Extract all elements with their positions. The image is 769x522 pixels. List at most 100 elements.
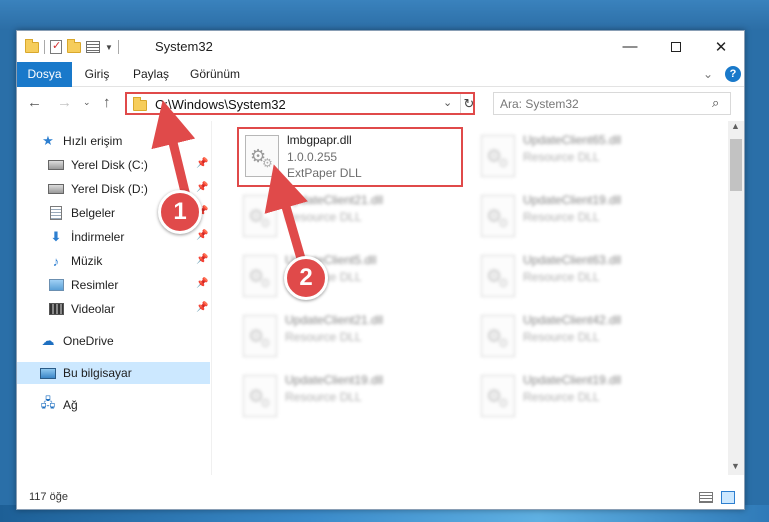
- star-icon: ★: [42, 133, 54, 148]
- up-button[interactable]: ↑: [103, 94, 111, 111]
- pin-icon[interactable]: 📌: [196, 230, 208, 241]
- file-name: UpdateClient19.dll: [285, 373, 384, 387]
- sidebar-item-videos[interactable]: Videolar 📌: [17, 298, 210, 320]
- computer-icon: [39, 365, 57, 381]
- sidebar-item-label: Müzik: [71, 254, 103, 268]
- pin-icon[interactable]: 📌: [196, 302, 208, 313]
- sidebar-item-pictures[interactable]: Resimler 📌: [17, 274, 210, 296]
- back-button[interactable]: ←: [27, 94, 42, 111]
- file-description: Resource DLL: [523, 330, 600, 344]
- file-list: lmbgpapr.dll 1.0.0.255 ExtPaper DLL Upda…: [213, 121, 729, 475]
- music-icon: ♪: [52, 253, 60, 269]
- tab-view[interactable]: Görünüm: [187, 62, 243, 87]
- file-item[interactable]: UpdateClient63.dll Resource DLL: [475, 249, 695, 304]
- file-description: ExtPaper DLL: [287, 166, 362, 180]
- item-count: 117 öğe: [29, 491, 68, 503]
- properties-icon[interactable]: [50, 39, 62, 54]
- help-icon[interactable]: ?: [725, 66, 741, 82]
- step-1-badge: 1: [158, 190, 202, 234]
- sidebar-item-network[interactable]: 🖧 Ağ: [17, 394, 210, 416]
- pictures-icon: [47, 277, 65, 293]
- customize-icon[interactable]: [86, 41, 100, 53]
- title-bar: ▼ System32 — ✕: [17, 31, 744, 62]
- scroll-up-icon[interactable]: ▲: [731, 121, 740, 131]
- dll-file-icon: [243, 195, 277, 237]
- file-description: Resource DLL: [523, 150, 600, 164]
- sidebar-item-label: Ağ: [63, 398, 78, 412]
- pin-icon[interactable]: 📌: [196, 158, 208, 169]
- pin-icon[interactable]: 📌: [196, 254, 208, 265]
- chevron-down-icon[interactable]: ▼: [105, 43, 113, 52]
- sidebar-item-quick-access[interactable]: ★ Hızlı erişim: [17, 130, 210, 152]
- drive-icon: [47, 157, 65, 173]
- dll-file-icon: [481, 195, 515, 237]
- sidebar-item-this-pc[interactable]: Bu bilgisayar: [17, 362, 210, 384]
- address-bar[interactable]: C:\Windows\System32 ⌄ ↻: [125, 92, 475, 115]
- file-description: Resource DLL: [285, 390, 362, 404]
- file-item[interactable]: UpdateClient21.dll Resource DLL: [237, 309, 457, 364]
- dll-file-icon: [243, 315, 277, 357]
- dll-file-icon: [243, 375, 277, 417]
- sidebar-item-local-disk-c[interactable]: Yerel Disk (C:) 📌: [17, 154, 210, 176]
- sidebar-item-label: Videolar: [71, 302, 115, 316]
- sidebar-item-label: İndirmeler: [71, 230, 125, 244]
- file-name: UpdateClient42.dll: [523, 313, 622, 327]
- maximize-button[interactable]: [653, 31, 699, 62]
- file-item-lmbgpapr[interactable]: lmbgpapr.dll 1.0.0.255 ExtPaper DLL: [237, 127, 463, 187]
- forward-button[interactable]: →: [57, 94, 72, 111]
- search-input[interactable]: Ara: System32 ⌕: [493, 92, 731, 115]
- search-icon[interactable]: ⌕: [712, 95, 719, 111]
- file-item[interactable]: UpdateClient65.dll Resource DLL: [475, 129, 695, 184]
- details-view-icon[interactable]: [699, 492, 713, 503]
- file-item[interactable]: UpdateClient19.dll Resource DLL: [475, 189, 695, 244]
- address-path[interactable]: C:\Windows\System32: [155, 97, 286, 112]
- expand-ribbon-icon[interactable]: ⌄: [703, 67, 713, 81]
- dll-file-icon: [481, 315, 515, 357]
- file-item[interactable]: UpdateClient21.dll Resource DLL: [237, 189, 457, 244]
- scrollbar-thumb[interactable]: [730, 139, 742, 191]
- file-name: UpdateClient19.dll: [523, 193, 622, 207]
- step-2-badge: 2: [284, 256, 328, 300]
- vertical-scrollbar[interactable]: ▲ ▼: [728, 121, 744, 475]
- pin-icon[interactable]: 📌: [196, 278, 208, 289]
- recent-locations-button[interactable]: ⌄: [83, 97, 91, 108]
- sidebar-item-onedrive[interactable]: ☁ OneDrive: [17, 330, 210, 352]
- file-name: UpdateClient63.dll: [523, 253, 622, 267]
- large-icons-view-icon[interactable]: [721, 491, 735, 504]
- sidebar-item-label: Resimler: [71, 278, 119, 292]
- sidebar-item-label: OneDrive: [63, 334, 114, 348]
- file-item[interactable]: UpdateClient19.dll Resource DLL: [475, 369, 695, 424]
- scroll-down-icon[interactable]: ▼: [731, 461, 740, 471]
- file-explorer-window: ▼ System32 — ✕ Dosya Giriş Paylaş Görünü…: [16, 30, 745, 510]
- tab-home[interactable]: Giriş: [79, 62, 115, 87]
- file-description: Resource DLL: [285, 210, 362, 224]
- drive-icon: [47, 181, 65, 197]
- close-button[interactable]: ✕: [698, 31, 744, 62]
- file-item[interactable]: UpdateClient42.dll Resource DLL: [475, 309, 695, 364]
- dll-file-icon: [481, 135, 515, 177]
- folder-icon: [133, 97, 147, 111]
- toolbar-divider: [117, 40, 119, 54]
- file-item[interactable]: UpdateClient19.dll Resource DLL: [237, 369, 457, 424]
- refresh-button[interactable]: ↻: [460, 94, 477, 113]
- file-item[interactable]: UpdateClient5.dll Resource DLL: [237, 249, 457, 304]
- file-version: 1.0.0.255: [287, 150, 338, 164]
- file-description: Resource DLL: [523, 210, 600, 224]
- dll-file-icon: [481, 255, 515, 297]
- file-name: UpdateClient21.dll: [285, 193, 384, 207]
- file-description: Resource DLL: [523, 390, 600, 404]
- dll-file-icon: [243, 255, 277, 297]
- desktop-background-top: [0, 0, 769, 30]
- minimize-button[interactable]: —: [607, 31, 653, 62]
- pin-icon[interactable]: 📌: [196, 182, 208, 193]
- tab-share[interactable]: Paylaş: [129, 62, 173, 87]
- sidebar-item-music[interactable]: ♪ Müzik 📌: [17, 250, 210, 272]
- tab-file[interactable]: Dosya: [17, 62, 72, 87]
- sidebar-item-label: Yerel Disk (C:): [71, 158, 148, 172]
- file-description: Resource DLL: [285, 330, 362, 344]
- new-folder-icon[interactable]: [67, 38, 81, 53]
- address-dropdown-icon[interactable]: ⌄: [443, 96, 452, 109]
- sidebar-item-label: Belgeler: [71, 206, 116, 220]
- file-name: UpdateClient19.dll: [523, 373, 622, 387]
- download-icon: ⬇: [50, 229, 62, 244]
